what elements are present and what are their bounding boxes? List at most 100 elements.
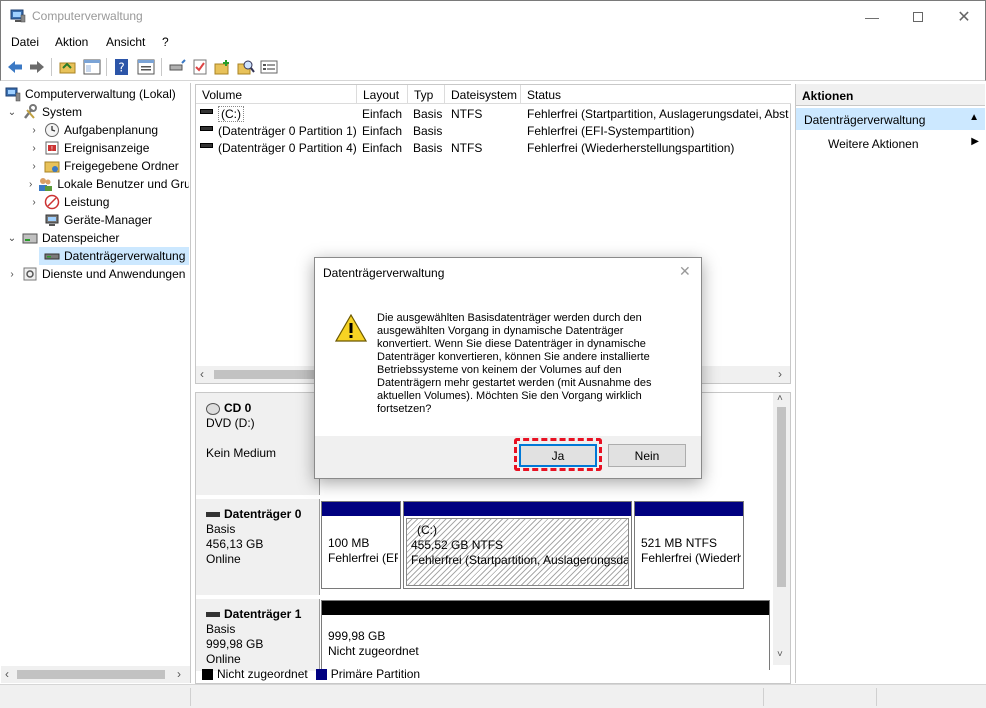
minimize-button[interactable]: —: [849, 1, 895, 32]
tree-label: Leistung: [64, 195, 110, 209]
dialog-close-button[interactable]: ✕: [679, 263, 691, 280]
search-icon[interactable]: [237, 58, 255, 76]
table-row[interactable]: (Datenträger 0 Partition 4) Einfach Basi…: [196, 139, 790, 156]
chevron-right-icon[interactable]: ›: [29, 125, 39, 136]
scroll-up-icon[interactable]: ˄: [777, 393, 783, 404]
checklist-icon[interactable]: [191, 58, 209, 76]
storage-icon: [22, 230, 38, 246]
maximize-button[interactable]: [895, 1, 941, 32]
tools-icon: [22, 104, 38, 120]
column-header-dateisystem[interactable]: Dateisystem: [445, 85, 521, 104]
partition-efi[interactable]: 100 MB Fehlerfrei (EFI-Systempartition): [321, 501, 401, 589]
tree-label: Computerverwaltung (Lokal): [25, 87, 176, 101]
disk-map-vertical-scrollbar[interactable]: ˄ ˅: [773, 393, 790, 665]
scroll-right-icon[interactable]: ›: [778, 367, 782, 381]
new-folder-icon[interactable]: [214, 58, 232, 76]
table-row[interactable]: (Datenträger 0 Partition 1) Einfach Basi…: [196, 122, 790, 139]
partition-status: Nicht zugeordnet: [328, 644, 419, 658]
volume-name: (C:): [218, 106, 244, 122]
minimize-icon: —: [865, 8, 879, 25]
volume-type: Basis: [413, 107, 443, 121]
back-arrow-icon[interactable]: [6, 58, 24, 76]
chevron-right-icon[interactable]: ›: [29, 143, 39, 154]
volume-layout: Einfach: [362, 124, 403, 138]
actions-section-header[interactable]: Datenträgerverwaltung ▲: [796, 108, 985, 130]
action-weitere-aktionen[interactable]: Weitere Aktionen ▶: [796, 132, 985, 154]
toolbar: ?: [0, 53, 986, 81]
disk-label-d1[interactable]: Datenträger 1 Basis 999,98 GB Online: [196, 599, 320, 671]
scroll-left-icon[interactable]: ‹: [200, 367, 204, 381]
volume-status: Fehlerfrei (EFI-Systempartition): [527, 124, 695, 138]
column-header-status[interactable]: Status: [521, 85, 791, 104]
help-icon[interactable]: ?: [113, 58, 131, 76]
tree-item-datenspeicher[interactable]: ⌄ Datenspeicher: [7, 229, 120, 247]
tree-item-lokale-benutzer[interactable]: › Lokale Benutzer und Gruppen: [29, 175, 189, 193]
show-hide-tree-icon[interactable]: [83, 58, 101, 76]
scroll-left-icon[interactable]: ‹: [5, 667, 9, 681]
close-button[interactable]: ✕: [941, 1, 986, 32]
tree-label: Geräte-Manager: [64, 213, 153, 227]
table-row[interactable]: (C:) Einfach Basis NTFS Fehlerfrei (Star…: [196, 105, 790, 122]
disk-size: 999,98 GB: [206, 637, 264, 651]
tree-item-datentraegerverwaltung[interactable]: Datenträgerverwaltung: [39, 247, 189, 265]
folder-up-icon[interactable]: [59, 58, 77, 76]
chevron-down-icon[interactable]: ⌄: [7, 233, 17, 244]
partition-recovery[interactable]: 521 MB NTFS Fehlerfrei (Wiederherstellun…: [634, 501, 744, 589]
disk-label-cd0[interactable]: CD 0 DVD (D:) Kein Medium: [196, 393, 320, 495]
partition-unallocated[interactable]: 999,98 GB Nicht zugeordnet: [321, 600, 770, 670]
shared-folder-icon: [44, 158, 60, 174]
column-header-volume[interactable]: Volume: [196, 85, 357, 104]
collapse-up-icon[interactable]: ▲: [969, 112, 979, 123]
properties-icon[interactable]: [137, 58, 155, 76]
chevron-down-icon[interactable]: ⌄: [7, 107, 17, 118]
tree-item-leistung[interactable]: › Leistung: [29, 193, 109, 211]
menu-datei[interactable]: Datei: [11, 35, 39, 49]
chevron-right-icon[interactable]: ›: [7, 269, 17, 280]
forward-arrow-icon[interactable]: [28, 58, 46, 76]
scroll-thumb[interactable]: [17, 670, 165, 679]
tree-item-aufgabenplanung[interactable]: › Aufgabenplanung: [29, 121, 158, 139]
partition-color-bar: [322, 601, 769, 615]
tree-item-ereignisanzeige[interactable]: › ! Ereignisanzeige: [29, 139, 149, 157]
scroll-down-icon[interactable]: ˅: [777, 649, 783, 660]
column-header-typ[interactable]: Typ: [408, 85, 445, 104]
dialog-title: Datenträgerverwaltung: [323, 266, 445, 280]
tree-item-geraete-manager[interactable]: Geräte-Manager: [39, 211, 152, 229]
tree-label: Freigegebene Ordner: [64, 159, 179, 173]
tree-label: System: [42, 105, 83, 119]
tree-label: Ereignisanzeige: [64, 141, 150, 155]
legend-swatch-unallocated: [202, 668, 213, 680]
disk-management-icon: [44, 248, 60, 264]
settings-list-icon[interactable]: [260, 58, 278, 76]
tree-item-root[interactable]: Computerverwaltung (Lokal): [5, 85, 176, 103]
chevron-right-icon[interactable]: ›: [29, 179, 32, 190]
menu-aktion[interactable]: Aktion: [55, 35, 88, 49]
partition-name: (C:): [417, 523, 437, 537]
menu-help[interactable]: ?: [162, 35, 169, 49]
no-button[interactable]: Nein: [608, 444, 686, 467]
menu-ansicht[interactable]: Ansicht: [106, 35, 145, 49]
chevron-right-icon[interactable]: ›: [29, 197, 39, 208]
tree-item-dienste[interactable]: › Dienste und Anwendungen: [7, 265, 191, 283]
disk-label-d0[interactable]: Datenträger 0 Basis 456,13 GB Online: [196, 499, 320, 595]
scroll-right-icon[interactable]: ›: [177, 667, 181, 681]
actions-section-label: Datenträgerverwaltung: [804, 113, 926, 127]
disk-type: Basis: [206, 522, 236, 536]
volume-icon: [200, 143, 213, 148]
disk-status: Kein Medium: [206, 446, 277, 460]
tree-item-freigegebene-ordner[interactable]: › Freigegebene Ordner: [29, 157, 179, 175]
warning-icon: [335, 314, 367, 342]
svg-text:?: ?: [118, 61, 124, 75]
chevron-right-icon[interactable]: ›: [29, 161, 39, 172]
connect-disk-icon[interactable]: [168, 58, 186, 76]
column-header-layout[interactable]: Layout: [357, 85, 408, 104]
scroll-thumb[interactable]: [777, 407, 786, 587]
partition-c[interactable]: (C:) 455,52 GB NTFS Fehlerfrei (Startpar…: [403, 501, 632, 589]
volume-layout: Einfach: [362, 107, 403, 121]
tree-item-system[interactable]: ⌄ System: [7, 103, 82, 121]
tree-horizontal-scrollbar[interactable]: ‹ ›: [1, 666, 190, 683]
yes-button[interactable]: Ja: [519, 444, 597, 467]
volume-name: (Datenträger 0 Partition 4): [218, 141, 357, 155]
navigation-tree: Computerverwaltung (Lokal) ⌄ System › Au…: [1, 83, 191, 683]
partition-status: Fehlerfrei (Startpartition, Auslagerungs…: [411, 553, 629, 567]
